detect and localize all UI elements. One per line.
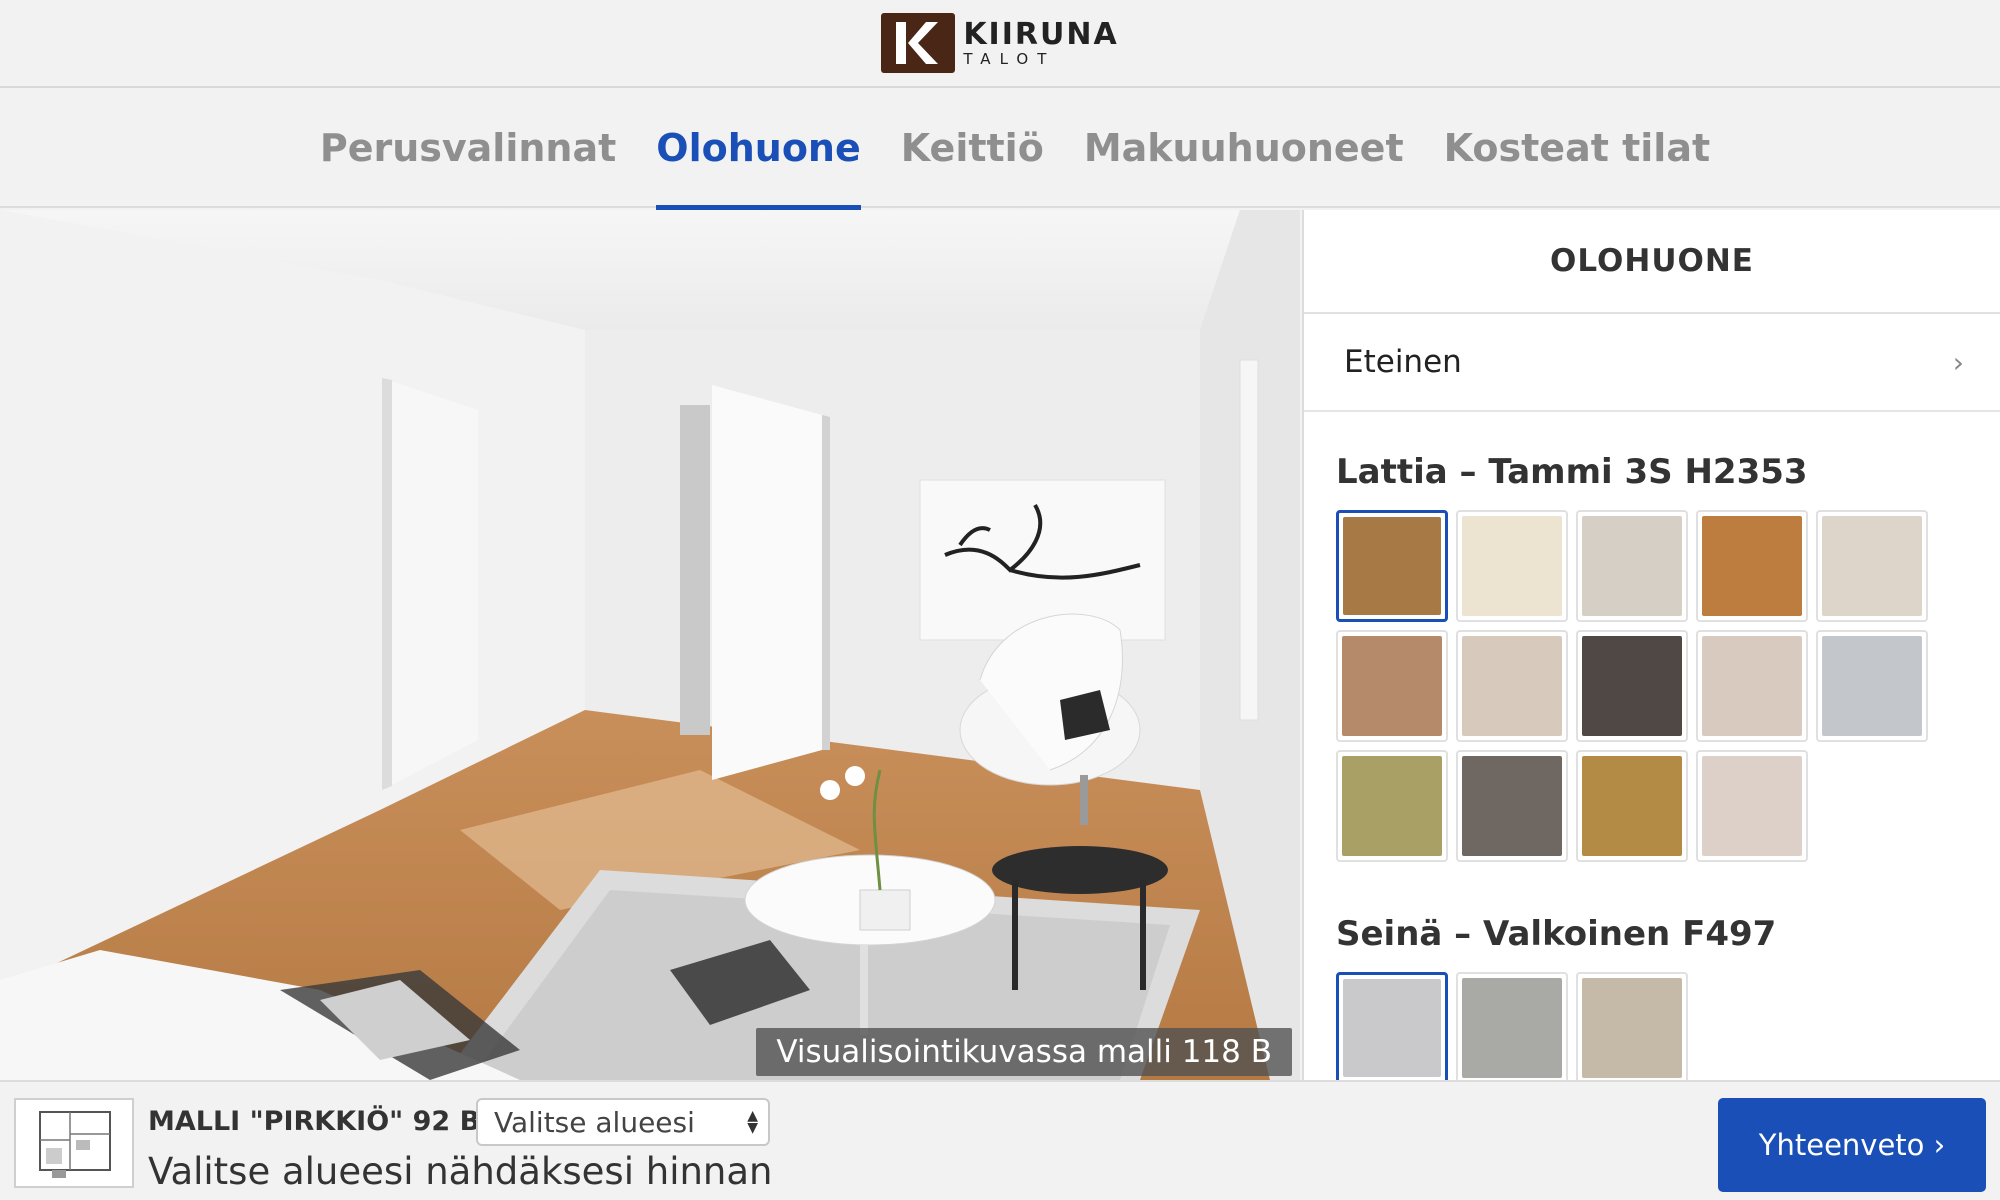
tab-makuuhuoneet[interactable]: Makuuhuoneet (1084, 90, 1404, 206)
floorplan-icon (39, 1111, 111, 1178)
floor-swatch[interactable] (1696, 510, 1808, 622)
floor-swatch[interactable] (1696, 750, 1808, 862)
kiiruna-logo[interactable]: KIIRUNA TALOT (881, 13, 1118, 73)
swatch-color (1822, 636, 1922, 736)
floor-swatch[interactable] (1456, 630, 1568, 742)
subnav-eteinen[interactable]: Eteinen › (1304, 314, 2000, 412)
swatch-color (1582, 636, 1682, 736)
site-header: KIIRUNA TALOT (0, 0, 2000, 88)
model-label: MALLI "PIRKKIÖ" 92 B – (148, 1106, 504, 1137)
swatch-color (1462, 516, 1562, 616)
swatch-color (1343, 517, 1441, 615)
swatch-color (1462, 756, 1562, 856)
floor-section-title: Lattia – Tammi 3S H2353 (1336, 452, 1808, 492)
select-arrows-icon: ▲ ▼ (747, 1108, 758, 1136)
floor-swatch[interactable] (1816, 630, 1928, 742)
floor-swatch[interactable] (1336, 750, 1448, 862)
floor-swatch[interactable] (1456, 750, 1568, 862)
swatch-color (1702, 756, 1802, 856)
swatch-color (1342, 756, 1442, 856)
floor-swatch[interactable] (1696, 630, 1808, 742)
tab-kosteat-tilat[interactable]: Kosteat tilat (1444, 90, 1711, 206)
price-hint: Valitse alueesi nähdäksesi hinnan (148, 1150, 773, 1193)
room-render-image (0, 210, 1300, 1080)
room-tabs: Perusvalinnat Olohuone Keittiö Makuuhuon… (0, 90, 2000, 210)
chevron-right-icon: › (1952, 345, 1964, 379)
wall-swatch-grid (1304, 972, 2000, 1080)
area-select-value: Valitse alueesi (494, 1105, 695, 1139)
swatch-color (1582, 978, 1682, 1078)
bottom-bar: MALLI "PIRKKIÖ" 92 B – Valitse alueesi ▲… (0, 1080, 2000, 1200)
swatch-color (1822, 516, 1922, 616)
floor-swatch[interactable] (1336, 510, 1448, 622)
swatch-color (1582, 516, 1682, 616)
tab-keittio[interactable]: Keittiö (901, 90, 1044, 206)
floorplan-thumbnail[interactable] (14, 1098, 134, 1188)
floor-swatch[interactable] (1816, 510, 1928, 622)
floor-swatch[interactable] (1576, 750, 1688, 862)
swatch-color (1702, 516, 1802, 616)
visualization-caption: Visualisointikuvassa malli 118 B (756, 1028, 1292, 1076)
floor-swatch[interactable] (1576, 510, 1688, 622)
area-select[interactable]: Valitse alueesi ▲ ▼ (476, 1098, 770, 1146)
swatch-color (1343, 979, 1441, 1077)
subnav-label: Eteinen (1344, 344, 1462, 380)
wall-swatch[interactable] (1576, 972, 1688, 1080)
swatch-color (1342, 636, 1442, 736)
logo-sub: TALOT (963, 49, 1056, 68)
wall-swatch[interactable] (1336, 972, 1448, 1080)
wall-section-title: Seinä – Valkoinen F497 (1336, 914, 1777, 954)
tab-perusvalinnat[interactable]: Perusvalinnat (320, 90, 616, 206)
swatch-color (1582, 756, 1682, 856)
floor-swatch[interactable] (1456, 510, 1568, 622)
options-panel: OLOHUONE Eteinen › Lattia – Tammi 3S H23… (1302, 210, 2000, 1080)
floor-swatch[interactable] (1336, 630, 1448, 742)
floor-swatch[interactable] (1576, 630, 1688, 742)
swatch-color (1462, 636, 1562, 736)
wall-swatch[interactable] (1456, 972, 1568, 1080)
floor-swatch-grid (1304, 510, 2000, 862)
logo-mark-icon (881, 13, 956, 73)
tab-olohuone[interactable]: Olohuone (656, 90, 862, 210)
panel-title: OLOHUONE (1304, 210, 2000, 314)
room-visualization: Visualisointikuvassa malli 118 B (0, 210, 1300, 1080)
summary-button[interactable]: Yhteenveto › (1718, 1098, 1986, 1192)
logo-name: KIIRUNA (963, 16, 1119, 52)
swatch-color (1462, 978, 1562, 1078)
swatch-color (1702, 636, 1802, 736)
